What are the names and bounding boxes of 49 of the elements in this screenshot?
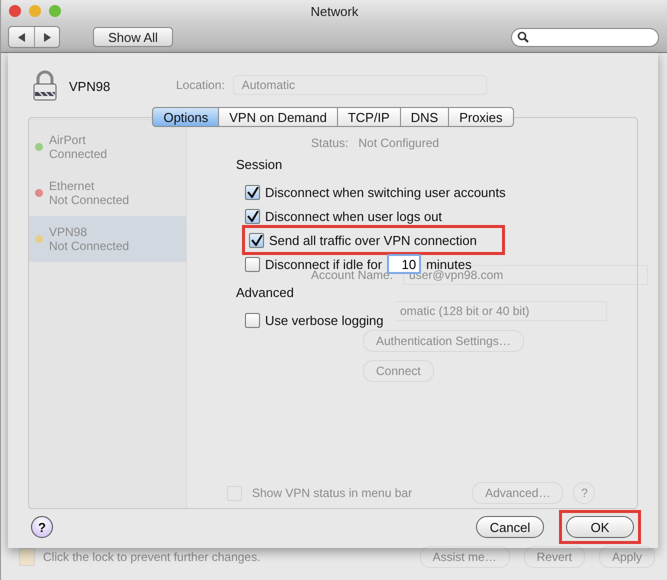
service-name[interactable]: Ethernet: [49, 179, 186, 193]
search-icon: [517, 31, 529, 43]
encryption-dropdown[interactable]: omatic (128 bit or 40 bit): [395, 301, 607, 321]
location-dropdown[interactable]: Automatic: [232, 75, 487, 95]
service-name[interactable]: AirPort: [49, 133, 186, 147]
lock-icon: [31, 70, 59, 102]
checkbox-label: Disconnect when user logs out: [265, 208, 442, 224]
window-title: Network: [310, 4, 360, 18]
advanced-button[interactable]: Advanced…: [472, 482, 564, 504]
checkbox-label: Use verbose logging: [265, 312, 384, 328]
window-controls-icon[interactable]: [8, 4, 64, 18]
service-status: Not Connected: [49, 193, 130, 207]
footer-button[interactable]: Revert: [524, 546, 585, 568]
service-name[interactable]: VPN98: [49, 225, 186, 239]
checkbox[interactable]: [245, 256, 260, 272]
help-button[interactable]: ?: [31, 516, 53, 538]
checkbox[interactable]: [245, 208, 260, 224]
checkbox-label: Show VPN status in menu bar: [252, 486, 412, 500]
section-title: Session: [236, 156, 282, 174]
status-label: Status:: [311, 136, 348, 150]
search-field[interactable]: [511, 28, 659, 46]
tab[interactable]: DNS: [400, 107, 450, 127]
left-triangle-icon: [18, 32, 26, 42]
checkbox[interactable]: [249, 232, 264, 248]
service-title: VPN98: [69, 78, 110, 94]
service-status: Connected: [49, 147, 108, 161]
lock-message: Click the lock to prevent further changes.: [43, 550, 260, 564]
service-status: Not Connected: [49, 239, 130, 253]
connect-button[interactable]: Connect: [363, 360, 434, 382]
section-title: Advanced: [236, 284, 294, 302]
checkbox-label: Disconnect when switching user accounts: [265, 184, 506, 200]
dialog-button[interactable]: Cancel: [476, 516, 544, 538]
show-all-button[interactable]: Show All: [93, 27, 173, 47]
idle-minutes-field[interactable]: 10: [387, 254, 422, 274]
authentication-settings-button[interactable]: Authentication Settings…: [363, 330, 524, 352]
checkbox-label: Send all traffic over VPN connection: [269, 232, 477, 248]
tab[interactable]: Proxies: [449, 107, 514, 127]
dialog-button[interactable]: OK: [566, 516, 634, 538]
tab[interactable]: Options: [152, 107, 220, 127]
checkbox[interactable]: [245, 312, 260, 328]
checkbox[interactable]: [245, 184, 260, 200]
status-value: Not Configured: [358, 136, 440, 150]
footer-button[interactable]: Apply: [598, 546, 655, 568]
location-label: Location:: [176, 78, 225, 92]
right-triangle-icon: [43, 32, 51, 42]
tab[interactable]: VPN on Demand: [219, 107, 338, 127]
help-button[interactable]: ?: [573, 482, 596, 504]
tab[interactable]: TCP/IP: [338, 107, 401, 127]
footer-button[interactable]: Assist me…: [420, 546, 510, 568]
